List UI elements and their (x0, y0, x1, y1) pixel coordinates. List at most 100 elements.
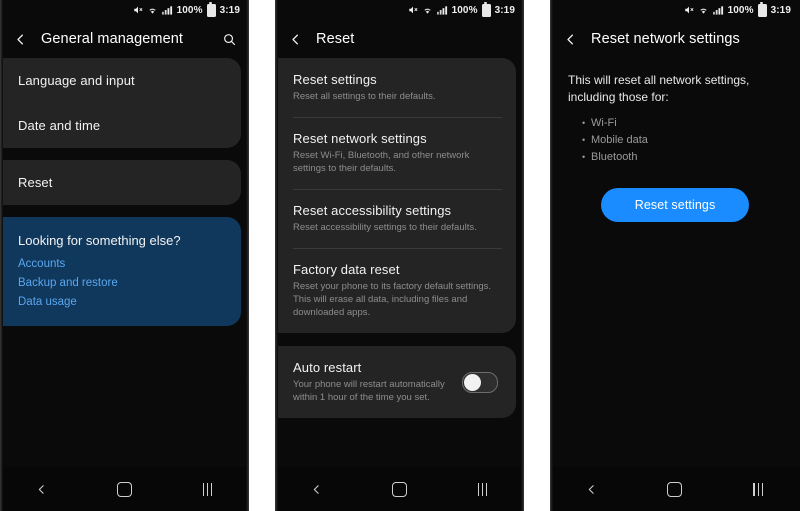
battery-icon (206, 2, 216, 17)
nav-back-button[interactable] (571, 474, 613, 504)
search-icon[interactable] (222, 32, 237, 47)
recents-icon (477, 482, 488, 496)
signal-bars-icon (436, 5, 448, 15)
page-title: Reset (316, 31, 355, 47)
nav-home-button[interactable] (104, 474, 146, 504)
promo-title: Looking for something else? (18, 233, 181, 248)
auto-restart-group: Auto restart Your phone will restart aut… (275, 346, 516, 418)
list-item-label: Reset (18, 175, 53, 190)
list-item-label: Reset network settings (293, 131, 427, 146)
mute-icon (684, 5, 694, 15)
phone-screen-reset: 100% 3:19 Reset Reset settings Reset all… (275, 0, 524, 511)
sidebar-item-reset[interactable]: Reset (18, 160, 241, 205)
nav-recents-button[interactable] (737, 474, 779, 504)
battery-icon (757, 2, 767, 17)
signal-bars-icon (712, 5, 724, 15)
status-bar: 100% 3:19 (275, 0, 524, 20)
list-item-reset-accessibility-settings[interactable]: Reset accessibility settings Reset acces… (293, 189, 516, 248)
wifi-icon (422, 5, 433, 15)
reset-settings-button[interactable]: Reset settings (600, 188, 750, 222)
navigation-bar (275, 467, 524, 511)
clock: 3:19 (219, 4, 240, 16)
home-icon (392, 481, 407, 497)
affected-services-list: Wi-Fi Mobile data Bluetooth (568, 115, 782, 166)
promo-link-data-usage[interactable]: Data usage (18, 296, 225, 308)
list-item-label: Reset accessibility settings (293, 203, 452, 218)
list-item-wifi: Wi-Fi (582, 115, 782, 132)
list-item-auto-restart[interactable]: Auto restart Your phone will restart aut… (293, 346, 516, 418)
navigation-bar (0, 467, 249, 511)
promo-link-accounts[interactable]: Accounts (18, 258, 225, 270)
status-bar: 100% 3:19 (0, 0, 249, 20)
app-bar: Reset network settings (550, 20, 800, 58)
list-item-reset-settings[interactable]: Reset settings Reset all settings to the… (293, 58, 516, 117)
description-text: This will reset all network settings, in… (568, 73, 750, 104)
nav-recents-button[interactable] (187, 474, 229, 504)
list-item-bluetooth: Bluetooth (582, 149, 782, 166)
list-item-label: Auto restart (293, 360, 362, 375)
phone-bezel-left (0, 0, 3, 511)
page-title: Reset network settings (591, 31, 740, 47)
settings-group-reset: Reset (0, 160, 241, 205)
row-divider (293, 248, 502, 249)
clock: 3:19 (770, 4, 791, 16)
list-item-reset-network-settings[interactable]: Reset network settings Reset Wi-Fi, Blue… (293, 117, 516, 189)
list-item-description: Your phone will restart automatically wi… (293, 379, 445, 403)
phone-bezel-right (521, 0, 524, 511)
list-item-label: Date and time (18, 118, 101, 133)
reset-options-list: Reset settings Reset all settings to the… (275, 58, 524, 418)
home-icon (117, 481, 132, 497)
settings-group-primary: Language and input Date and time (0, 58, 241, 148)
settings-list: Language and input Date and time Reset L… (0, 58, 249, 326)
wifi-icon (698, 5, 709, 15)
nav-recents-button[interactable] (462, 474, 504, 504)
mute-icon (408, 5, 418, 15)
phone-bezel-left (275, 0, 278, 511)
list-item-factory-data-reset[interactable]: Factory data reset Reset your phone to i… (293, 248, 516, 333)
navigation-bar (550, 467, 800, 511)
looking-for-something-else-card: Looking for something else? Accounts Bac… (0, 217, 241, 326)
list-item-mobile-data: Mobile data (582, 132, 782, 149)
nav-back-button[interactable] (296, 474, 338, 504)
action-area: Reset settings (568, 188, 782, 222)
app-bar: General management (0, 20, 249, 58)
battery-icon (481, 2, 491, 17)
back-chevron-icon[interactable] (563, 32, 578, 47)
sidebar-item-date-and-time[interactable]: Date and time (18, 103, 241, 148)
auto-restart-toggle[interactable] (462, 371, 498, 393)
list-item-label: Language and input (18, 73, 135, 88)
back-chevron-icon[interactable] (13, 32, 28, 47)
nav-home-button[interactable] (654, 474, 696, 504)
battery-percent: 100% (176, 4, 203, 16)
list-item-description: Reset your phone to its factory default … (293, 281, 492, 318)
back-chevron-icon[interactable] (288, 32, 303, 47)
phone-screen-general-management: 100% 3:19 General management Language an… (0, 0, 249, 511)
battery-percent: 100% (727, 4, 754, 16)
clock: 3:19 (494, 4, 515, 16)
reset-network-description: This will reset all network settings, in… (550, 58, 800, 222)
list-item-description: Reset Wi-Fi, Bluetooth, and other networ… (293, 150, 470, 174)
screenshot-stage: 100% 3:19 General management Language an… (0, 0, 800, 511)
list-item-description: Reset accessibility settings to their de… (293, 222, 477, 233)
row-divider (293, 117, 502, 118)
wifi-icon (147, 5, 158, 15)
reset-options-group: Reset settings Reset all settings to the… (275, 58, 516, 333)
app-bar: Reset (275, 20, 524, 58)
nav-back-button[interactable] (21, 474, 63, 504)
sidebar-item-language-and-input[interactable]: Language and input (18, 58, 241, 103)
mute-icon (133, 5, 143, 15)
toggle-knob (464, 373, 481, 391)
promo-link-backup-and-restore[interactable]: Backup and restore (18, 277, 225, 289)
list-item-label: Factory data reset (293, 262, 400, 277)
nav-home-button[interactable] (379, 474, 421, 504)
status-bar: 100% 3:19 (550, 0, 800, 20)
list-item-label: Reset settings (293, 72, 377, 87)
page-title: General management (41, 31, 184, 47)
home-icon (667, 481, 683, 497)
recents-icon (753, 482, 764, 496)
battery-percent: 100% (451, 4, 478, 16)
auto-restart-text: Auto restart Your phone will restart aut… (293, 360, 462, 404)
